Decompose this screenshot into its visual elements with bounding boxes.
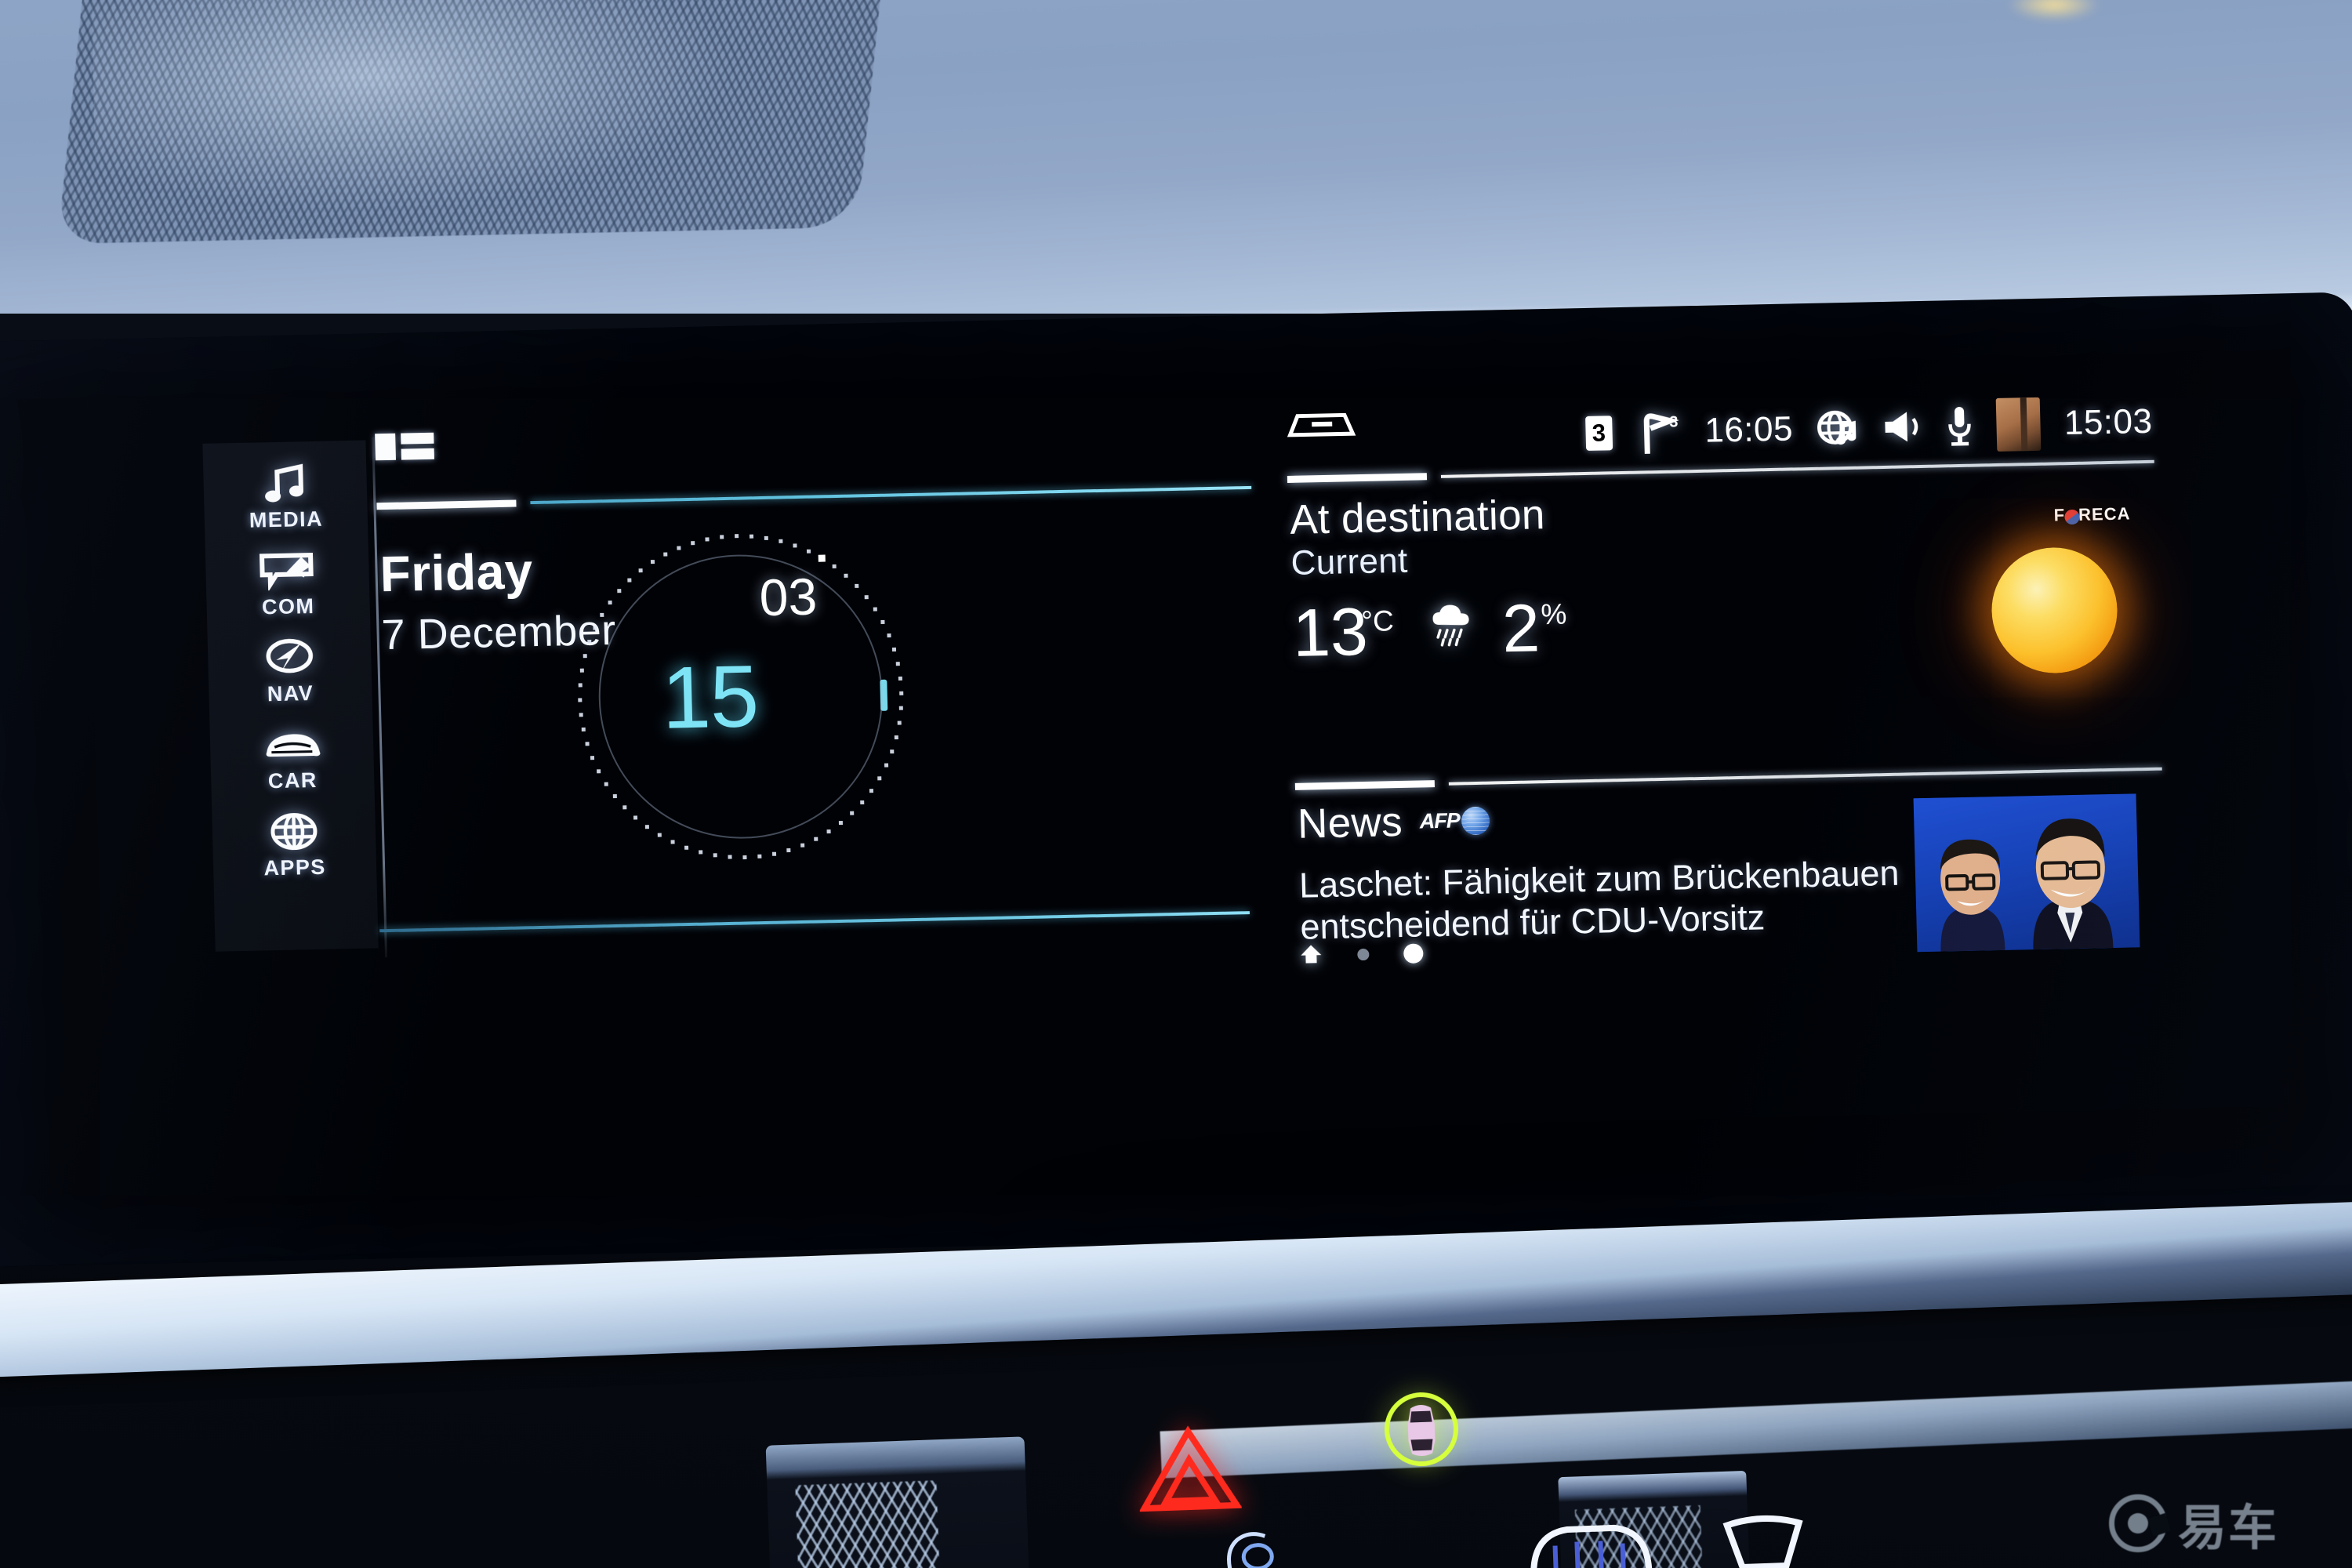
card-slot-icon — [1283, 410, 1359, 442]
car-front-icon — [260, 723, 323, 767]
driver-profile-avatar[interactable] — [1996, 397, 2042, 452]
hazard-triangle-button[interactable] — [1137, 1424, 1242, 1515]
main-menu-sidebar[interactable]: MEDIA COM NAV CAR APPS — [202, 440, 379, 952]
auto-hold-button[interactable] — [1378, 1386, 1465, 1472]
news-headline: Laschet: Fähigkeit zum Brückenbauen ents… — [1298, 852, 1900, 947]
clock-minutes: 03 — [758, 567, 818, 627]
front-defrost-button[interactable] — [1715, 1510, 1813, 1568]
foreca-text-reca: RECA — [2078, 503, 2131, 524]
page-indicator[interactable] — [1299, 940, 1424, 968]
sidebar-item-nav[interactable]: NAV — [208, 634, 372, 707]
sidebar-item-label: COM — [261, 593, 315, 619]
home-icon[interactable] — [1299, 942, 1323, 969]
next-turn-icon: 3 — [1635, 409, 1682, 454]
afp-logo: AFP — [1419, 806, 1490, 836]
eta-time: 16:05 — [1704, 409, 1794, 450]
news-thumbnail[interactable] — [1913, 793, 2140, 953]
gear-indicator: 3 — [1584, 416, 1613, 451]
page-dot-active[interactable] — [1403, 943, 1424, 964]
sidebar-item-label: CAR — [267, 768, 318, 793]
traffic-globe-icon — [1816, 408, 1857, 448]
status-clock: 15:03 — [2063, 401, 2154, 443]
afp-globe-icon — [1461, 806, 1490, 835]
sidebar-item-com[interactable]: COM — [205, 548, 370, 621]
yiche-watermark: 易车 — [2109, 1488, 2278, 1559]
car-interior-photo: MEDIA COM NAV CAR APPS Friday 7 December… — [0, 0, 2352, 1568]
sidebar-item-label: MEDIA — [249, 506, 324, 532]
precipitation-unit: % — [1540, 597, 1567, 630]
temperature-value: 13 — [1291, 593, 1369, 671]
clock-digits: 15 03 — [568, 524, 913, 869]
sidebar-item-label: NAV — [267, 681, 314, 706]
date-clock-widget[interactable]: Friday 7 December 15 03 — [375, 416, 1274, 967]
sidebar-item-media[interactable]: MEDIA — [203, 461, 368, 534]
analog-clock-face[interactable]: 15 03 — [568, 524, 913, 869]
news-card[interactable]: News AFP Laschet: Fähigkeit zum Brückenb… — [1297, 782, 2172, 953]
weekday-label: Friday — [379, 543, 534, 603]
climate-button-left[interactable] — [1222, 1528, 1279, 1568]
left-panel-divider — [376, 485, 1252, 510]
foreca-text-f: F — [2053, 505, 2066, 525]
rear-defrost-button[interactable] — [1519, 1515, 1660, 1568]
sidebar-item-apps[interactable]: APPS — [212, 808, 376, 881]
music-note-icon — [263, 462, 307, 505]
speech-bubble-icon — [259, 549, 316, 592]
weather-card[interactable]: At destination Current 13 °C 2 % F RECA — [1290, 478, 2165, 675]
sidebar-item-car[interactable]: CAR — [209, 721, 374, 794]
sidebar-item-label: APPS — [263, 855, 327, 880]
temperature-unit: °C — [1360, 604, 1395, 637]
speaker-icon[interactable] — [1880, 408, 1923, 445]
speaker-grille — [57, 0, 884, 245]
svg-text:3: 3 — [1669, 413, 1679, 430]
rain-cloud-icon — [1426, 602, 1476, 652]
afp-wordmark: AFP — [1419, 808, 1461, 833]
globe-grid-icon — [269, 810, 318, 853]
status-bar: 3 3 16:05 15:03 — [1280, 392, 2154, 470]
foreca-logo-mark — [2063, 509, 2080, 524]
foreca-logo: F RECA — [2053, 503, 2130, 525]
layout-tiles-icon[interactable] — [375, 432, 434, 461]
right-info-column[interactable]: 3 3 16:05 15:03 At destination Current 1… — [1287, 397, 2177, 964]
infotainment-display[interactable]: MEDIA COM NAV CAR APPS Friday 7 December… — [0, 292, 2352, 1290]
dashboard-reflection — [2007, 0, 2101, 20]
air-vent-left — [765, 1436, 1030, 1568]
compass-arrow-icon — [265, 636, 314, 679]
page-dot[interactable] — [1357, 948, 1370, 961]
left-panel-bottom-rule — [379, 911, 1250, 933]
clock-hours: 15 — [660, 647, 760, 747]
precipitation-value: 2 — [1501, 590, 1541, 667]
news-title: News — [1297, 798, 1403, 848]
microphone-icon[interactable] — [1946, 405, 1973, 447]
yiche-logo-icon — [2109, 1494, 2167, 1552]
yiche-watermark-text: 易车 — [2178, 1499, 2279, 1556]
